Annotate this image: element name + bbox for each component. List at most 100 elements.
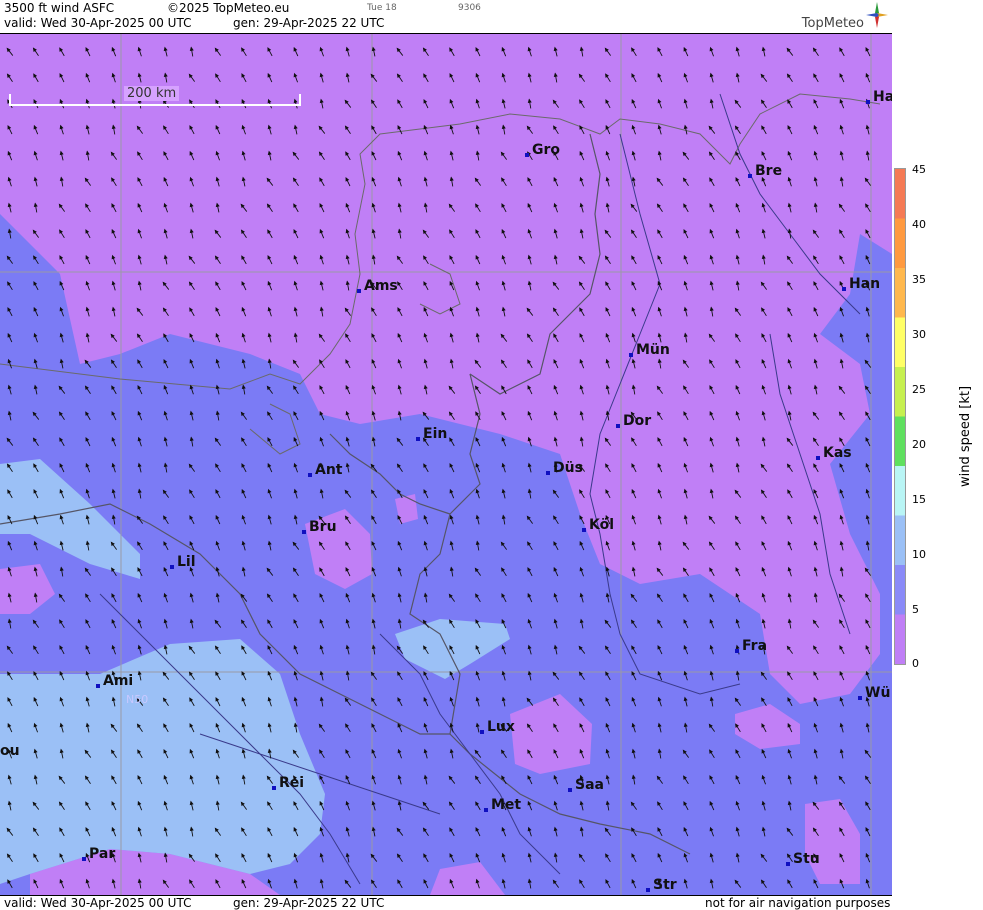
wind-arrow-head	[683, 722, 688, 728]
wind-arrow-head	[683, 775, 688, 780]
wind-arrow-head	[397, 540, 402, 546]
wind-arrow-head	[267, 462, 272, 468]
wind-arrow-head	[293, 878, 298, 884]
wind-arrow-head	[423, 540, 428, 546]
wind-arrow-head	[215, 592, 220, 598]
wind-arrow-head	[423, 592, 428, 598]
wind-arrow-head	[137, 436, 142, 442]
wind-arrow-head	[241, 463, 246, 468]
wind-arrow-head	[137, 462, 142, 468]
calm-patch-ein	[395, 494, 418, 524]
city-marker	[786, 862, 790, 866]
wind-arrow-head	[33, 255, 38, 260]
wind-arrow-head	[605, 853, 610, 858]
wind-arrow-head	[553, 826, 558, 832]
wind-arrow-head	[553, 592, 558, 598]
wind-arrow-head	[189, 384, 194, 390]
wind-arrow-head	[371, 800, 376, 806]
wind-arrow-head	[501, 593, 506, 598]
wind-arrow-head	[85, 619, 90, 624]
colorbar-tick: 20	[912, 438, 926, 451]
wind-arrow-head	[501, 878, 506, 884]
city-name: Bru	[309, 519, 337, 535]
wind-arrow-head	[501, 618, 506, 624]
wind-arrow-head	[59, 566, 64, 572]
wind-arrow-head	[865, 878, 870, 884]
wind-arrow-head	[189, 489, 194, 494]
city-marker	[866, 100, 870, 104]
wind-arrow-head	[683, 852, 688, 858]
wind-arrow-head	[709, 878, 714, 884]
wind-arrow-head	[293, 436, 298, 442]
wind-arrow-head	[449, 437, 454, 442]
wind-arrow-head	[241, 437, 246, 442]
wind-arrow-head	[553, 852, 558, 858]
calm-patch-east	[735, 704, 800, 749]
wind-arrow-head	[657, 852, 662, 858]
wind-arrow-head	[865, 722, 870, 728]
city-name: Ein	[423, 426, 448, 442]
wind-arrow-head	[865, 514, 870, 520]
wind-arrow-head	[59, 358, 64, 364]
city-name: Mün	[636, 342, 670, 358]
wind-arrow-head	[865, 437, 870, 442]
wind-arrow-head	[33, 540, 38, 546]
calm-patch-saa	[510, 694, 592, 774]
city-label: Ami	[96, 673, 134, 689]
city-name: Ami	[103, 673, 134, 689]
city-name: Han	[849, 276, 881, 292]
calm-region-north	[0, 34, 892, 704]
map-footer: valid: Wed 30-Apr-2025 00 UTC gen: 29-Ap…	[0, 895, 892, 910]
wind-arrow-head	[631, 722, 636, 728]
city-label: Wü	[858, 685, 890, 701]
colorbar-tick: 15	[912, 493, 926, 506]
wind-arrow-head	[345, 749, 350, 754]
wind-arrow-head	[475, 722, 480, 728]
wind-arrow-head	[553, 541, 558, 546]
wind-arrow-head	[215, 463, 220, 468]
wind-arrow-head	[865, 827, 870, 832]
wind-arrow-head	[735, 852, 740, 858]
wind-arrow-head	[85, 593, 90, 598]
wind-arrow-head	[813, 748, 818, 754]
wind-arrow-head	[397, 697, 402, 702]
wind-arrow-head	[267, 437, 272, 442]
wind-arrow-head	[7, 618, 12, 624]
city-name: Köl	[589, 517, 615, 533]
city-marker	[616, 424, 620, 428]
wind-arrow-head	[137, 592, 142, 598]
wind-arrow-head	[475, 593, 480, 598]
wind-arrow-head	[735, 800, 740, 806]
wind-arrow-head	[527, 852, 532, 858]
wind-arrow-head	[293, 411, 298, 416]
city-label: Lil	[170, 554, 196, 570]
wind-arrow-head	[709, 593, 714, 598]
city-name: Ant	[315, 462, 343, 478]
wind-arrow-head	[371, 436, 376, 442]
wind-arrow-head	[683, 801, 688, 806]
wind-arrow-head	[475, 462, 480, 468]
wind-arrow-head	[241, 566, 246, 572]
wind-arrow-head	[631, 748, 636, 754]
wind-arrow-head	[293, 488, 298, 494]
wind-arrow-head	[345, 436, 350, 442]
wind-arrow-head	[163, 618, 168, 624]
city-label: Mün	[629, 342, 670, 358]
city-name: Gro	[532, 142, 561, 158]
wind-arrow-head	[449, 696, 454, 702]
wind-arrow-head	[267, 411, 272, 416]
wind-arrow-head	[111, 436, 116, 442]
wind-arrow-head	[839, 332, 844, 338]
wind-arrow-head	[449, 488, 454, 494]
wind-arrow-head	[7, 228, 12, 234]
wind-arrow-head	[423, 514, 428, 520]
wind-arrow-head	[85, 437, 90, 442]
wind-arrow-head	[709, 800, 714, 806]
city-marker	[170, 565, 174, 569]
wind-arrow-head	[683, 826, 688, 832]
wind-arrow-head	[319, 852, 324, 858]
wind-arrow-head	[709, 749, 714, 754]
city-label: Bru	[302, 519, 337, 535]
city-marker	[484, 808, 488, 812]
wind-arrow-head	[137, 359, 142, 364]
